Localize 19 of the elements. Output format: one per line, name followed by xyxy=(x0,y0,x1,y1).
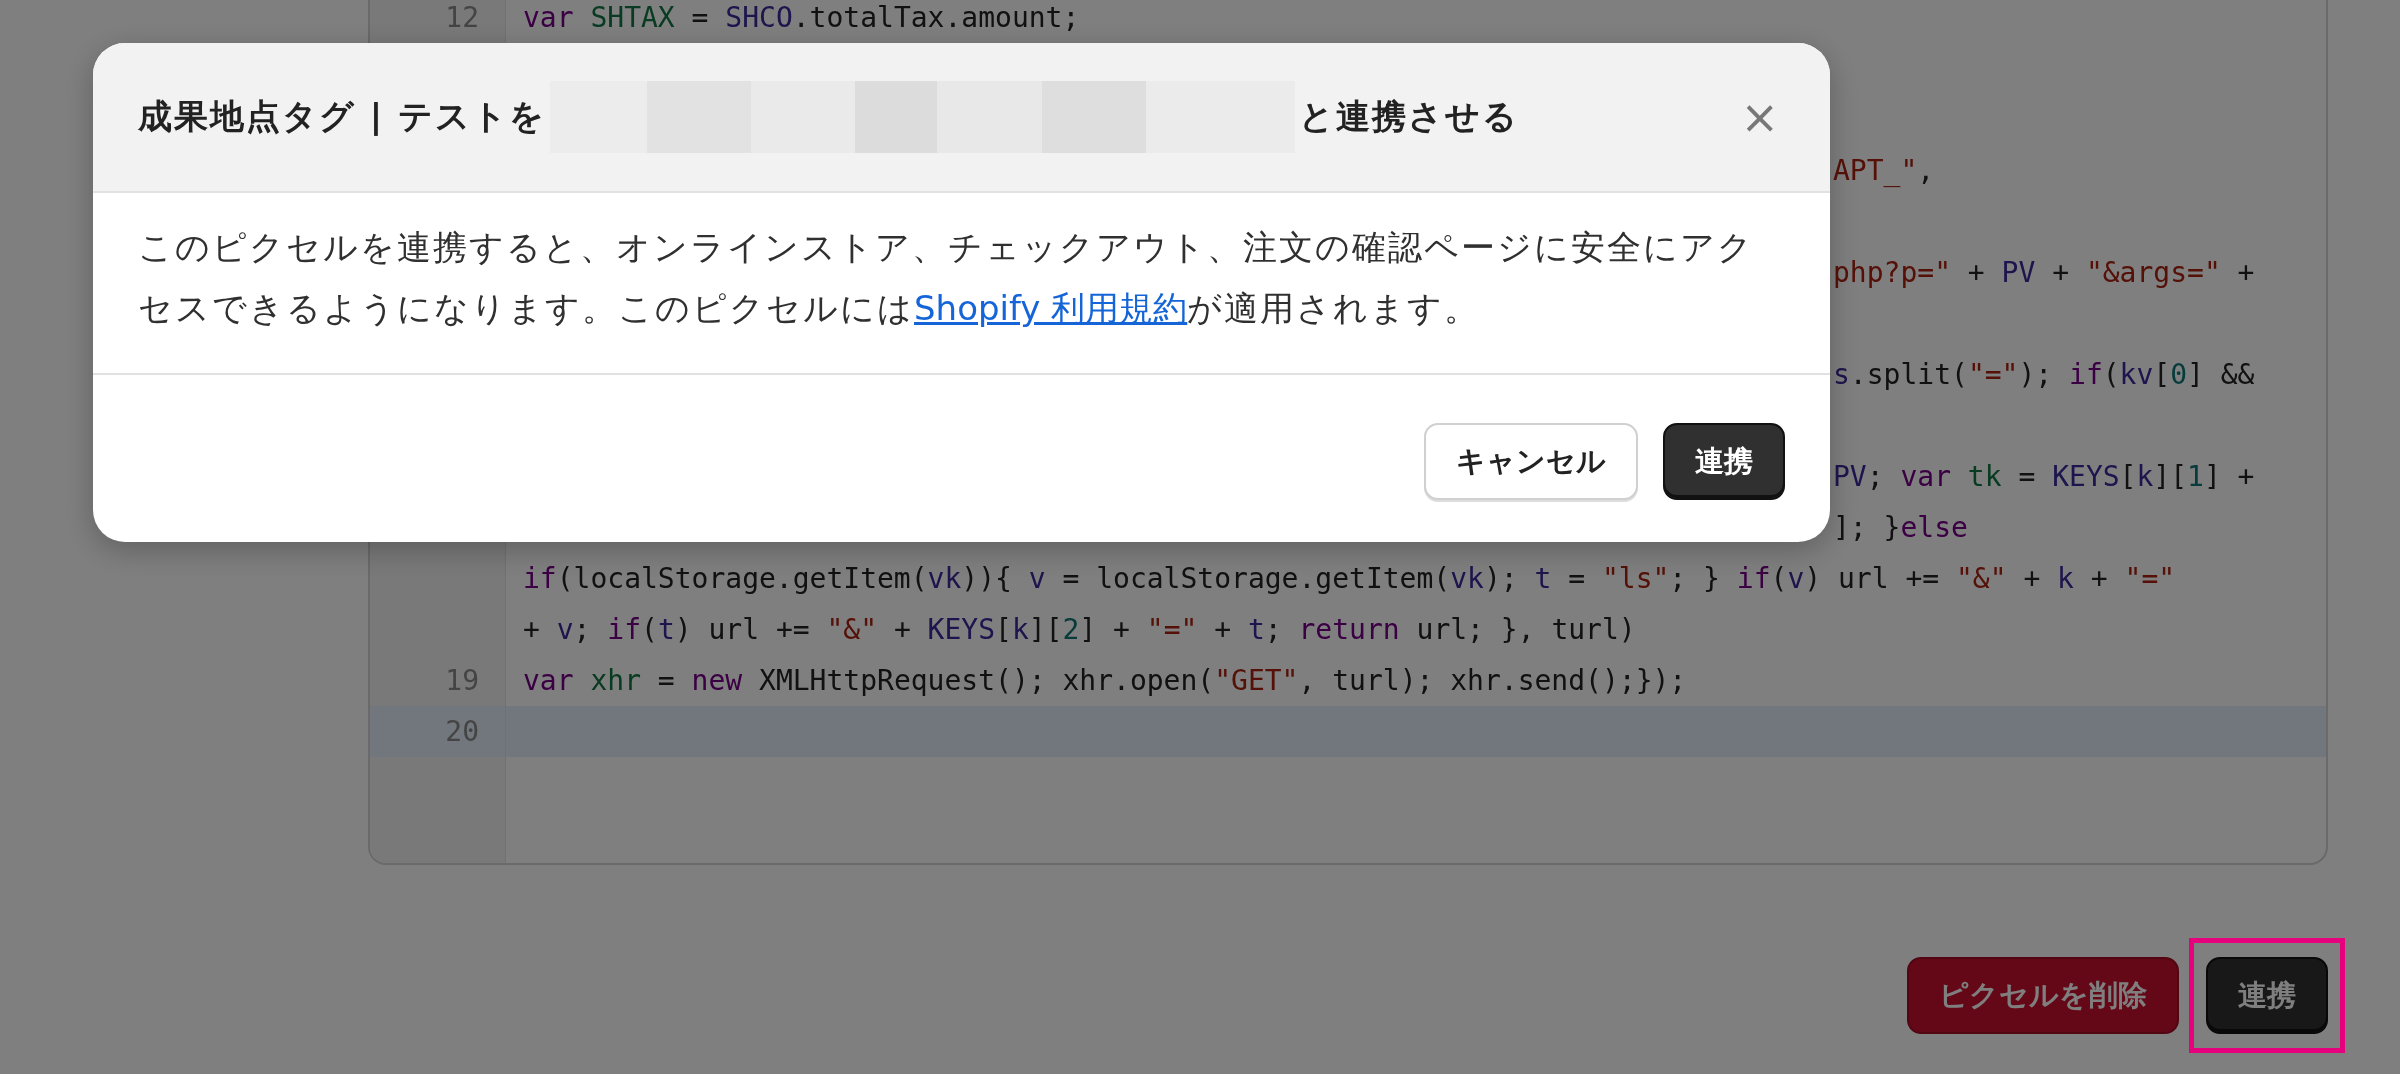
code-line: php?p=" + PV + "&args=" + xyxy=(1833,255,2255,291)
close-button[interactable]: × xyxy=(1734,90,1785,144)
cancel-button[interactable]: キャンセル xyxy=(1424,423,1638,500)
code-line: s.split("="); if(kv[0] && xyxy=(1833,357,2255,393)
code-line: PV; var tk = KEYS[k][1] + xyxy=(1833,459,2255,495)
dialog-message: このピクセルを連携すると、オンラインストア、チェックアウト、注文の確認ページに安全にアクセスできるようになります。このピクセルには Shopify 利用規約が適用されます。 xyxy=(138,226,1755,330)
dialog-title: 成果地点タグ | テストを xyxy=(138,95,547,138)
line-number: 20 xyxy=(445,714,479,750)
code-line: var xhr = new XMLHttpRequest(); xhr.open("GET", turl); xhr.send();}); xyxy=(523,663,1687,699)
connect-button[interactable]: 連携 xyxy=(2206,957,2328,1034)
code-line: if(localStorage.getItem(vk)){ v = localStorage.getItem(vk); t = "ls"; } if(v) url += "&" + k + "=" xyxy=(523,561,2176,597)
delete-pixel-button[interactable]: ピクセルを削除 xyxy=(1907,957,2179,1034)
dialog-title: と連携させる xyxy=(1299,95,1520,138)
terms-link[interactable]: Shopify 利用規約 xyxy=(914,288,1188,328)
code-line: ]; }else xyxy=(1833,510,1968,546)
code-line: + v; if(t) url += "&" + KEYS[k][2] + "=" + t; return url; }, turl) xyxy=(523,612,1636,648)
code-line: var SHTAX = SHCO.totalTax.amount; xyxy=(523,0,1080,36)
code-line: APT_", xyxy=(1833,153,1935,189)
connect-button[interactable]: 連携 xyxy=(1663,423,1785,500)
